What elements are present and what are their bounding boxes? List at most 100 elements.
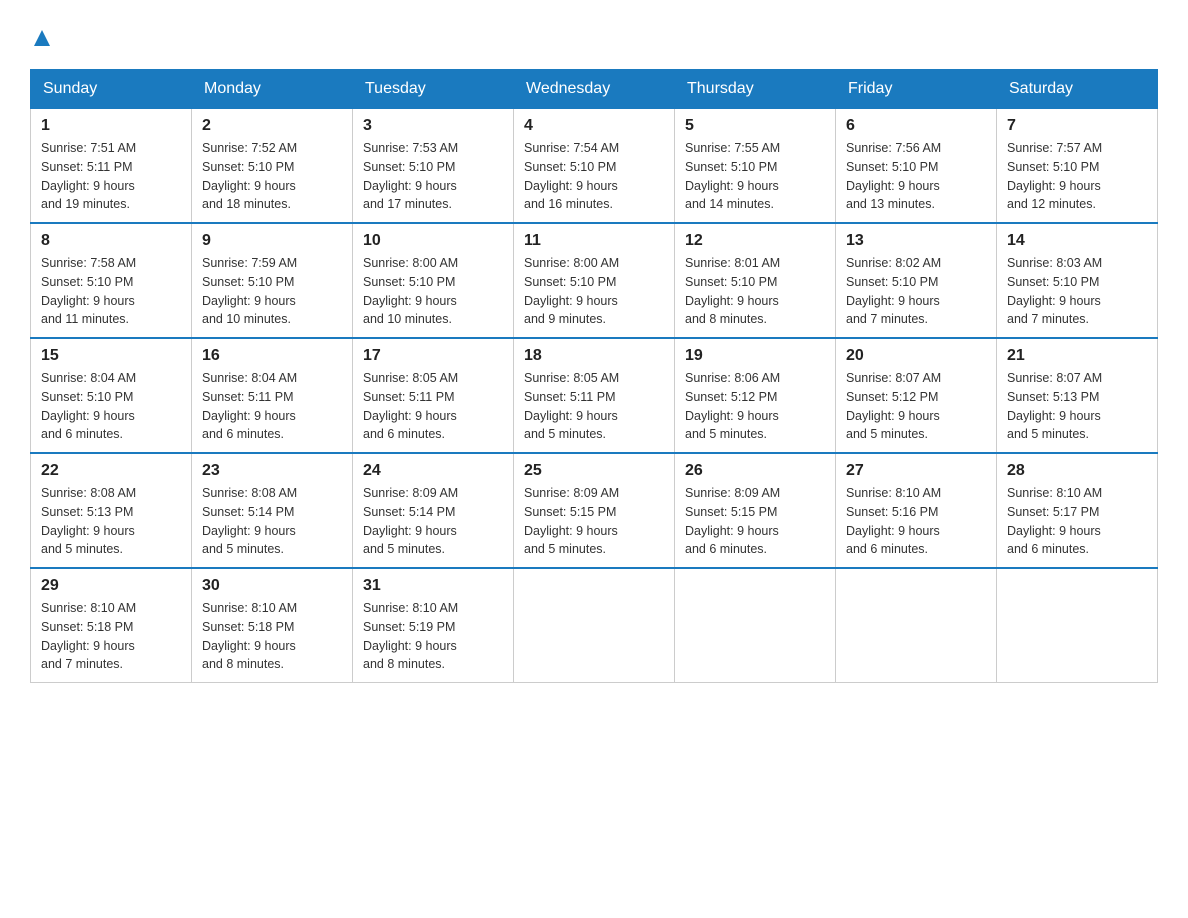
day-number: 1 bbox=[41, 117, 181, 135]
logo-triangle-icon bbox=[32, 28, 52, 48]
calendar-cell: 11Sunrise: 8:00 AMSunset: 5:10 PMDayligh… bbox=[514, 223, 675, 338]
day-number: 4 bbox=[524, 117, 664, 135]
day-number: 16 bbox=[202, 347, 342, 365]
day-info: Sunrise: 8:07 AMSunset: 5:12 PMDaylight:… bbox=[846, 369, 986, 444]
day-number: 25 bbox=[524, 462, 664, 480]
calendar-header-wednesday: Wednesday bbox=[514, 70, 675, 109]
calendar-header-row: SundayMondayTuesdayWednesdayThursdayFrid… bbox=[31, 70, 1158, 109]
day-number: 24 bbox=[363, 462, 503, 480]
day-info: Sunrise: 8:10 AMSunset: 5:16 PMDaylight:… bbox=[846, 484, 986, 559]
day-info: Sunrise: 8:05 AMSunset: 5:11 PMDaylight:… bbox=[524, 369, 664, 444]
day-number: 12 bbox=[685, 232, 825, 250]
day-number: 19 bbox=[685, 347, 825, 365]
calendar-week-row: 8Sunrise: 7:58 AMSunset: 5:10 PMDaylight… bbox=[31, 223, 1158, 338]
logo bbox=[30, 28, 52, 53]
calendar-cell bbox=[514, 568, 675, 683]
calendar-cell bbox=[997, 568, 1158, 683]
day-number: 22 bbox=[41, 462, 181, 480]
calendar-cell: 20 Sunrise: 8:07 AMSunset: 5:12 PMDayligh… bbox=[836, 338, 997, 453]
day-number: 31 bbox=[363, 577, 503, 595]
day-info: Sunrise: 7:57 AMSunset: 5:10 PMDaylight:… bbox=[1007, 139, 1147, 214]
day-info: Sunrise: 8:00 AMSunset: 5:10 PMDaylight:… bbox=[363, 254, 503, 329]
day-info: Sunrise: 7:53 AMSunset: 5:10 PMDaylight:… bbox=[363, 139, 503, 214]
day-number: 17 bbox=[363, 347, 503, 365]
calendar-cell bbox=[675, 568, 836, 683]
day-info: Sunrise: 8:08 AMSunset: 5:13 PMDaylight:… bbox=[41, 484, 181, 559]
calendar-cell: 2Sunrise: 7:52 AMSunset: 5:10 PMDaylight… bbox=[192, 109, 353, 224]
calendar-cell: 1 Sunrise: 7:51 AMSunset: 5:11 PMDaylight… bbox=[31, 109, 192, 224]
day-info: Sunrise: 8:10 AMSunset: 5:18 PMDaylight:… bbox=[202, 599, 342, 674]
calendar-cell: 27 Sunrise: 8:10 AMSunset: 5:16 PMDayligh… bbox=[836, 453, 997, 568]
day-info: Sunrise: 7:54 AMSunset: 5:10 PMDaylight:… bbox=[524, 139, 664, 214]
calendar-cell: 18Sunrise: 8:05 AMSunset: 5:11 PMDayligh… bbox=[514, 338, 675, 453]
day-number: 15 bbox=[41, 347, 181, 365]
day-info: Sunrise: 7:55 AMSunset: 5:10 PMDaylight:… bbox=[685, 139, 825, 214]
calendar-cell: 15 Sunrise: 8:04 AMSunset: 5:10 PMDayligh… bbox=[31, 338, 192, 453]
day-number: 27 bbox=[846, 462, 986, 480]
calendar-cell: 17Sunrise: 8:05 AMSunset: 5:11 PMDayligh… bbox=[353, 338, 514, 453]
day-number: 23 bbox=[202, 462, 342, 480]
calendar-cell: 28 Sunrise: 8:10 AMSunset: 5:17 PMDayligh… bbox=[997, 453, 1158, 568]
day-info: Sunrise: 8:09 AMSunset: 5:15 PMDaylight:… bbox=[524, 484, 664, 559]
calendar-cell: 14 Sunrise: 8:03 AMSunset: 5:10 PMDayligh… bbox=[997, 223, 1158, 338]
calendar-cell: 31 Sunrise: 8:10 AMSunset: 5:19 PMDayligh… bbox=[353, 568, 514, 683]
calendar-cell: 24 Sunrise: 8:09 AMSunset: 5:14 PMDayligh… bbox=[353, 453, 514, 568]
day-number: 26 bbox=[685, 462, 825, 480]
calendar-cell: 16Sunrise: 8:04 AMSunset: 5:11 PMDayligh… bbox=[192, 338, 353, 453]
calendar-cell: 23 Sunrise: 8:08 AMSunset: 5:14 PMDayligh… bbox=[192, 453, 353, 568]
day-number: 3 bbox=[363, 117, 503, 135]
calendar-week-row: 22 Sunrise: 8:08 AMSunset: 5:13 PMDayligh… bbox=[31, 453, 1158, 568]
calendar-header-saturday: Saturday bbox=[997, 70, 1158, 109]
calendar-cell: 21 Sunrise: 8:07 AMSunset: 5:13 PMDayligh… bbox=[997, 338, 1158, 453]
day-info: Sunrise: 8:10 AMSunset: 5:18 PMDaylight:… bbox=[41, 599, 181, 674]
calendar-cell: 29 Sunrise: 8:10 AMSunset: 5:18 PMDayligh… bbox=[31, 568, 192, 683]
day-info: Sunrise: 8:03 AMSunset: 5:10 PMDaylight:… bbox=[1007, 254, 1147, 329]
calendar-header-thursday: Thursday bbox=[675, 70, 836, 109]
calendar-cell: 9 Sunrise: 7:59 AMSunset: 5:10 PMDaylight… bbox=[192, 223, 353, 338]
day-info: Sunrise: 7:52 AMSunset: 5:10 PMDaylight:… bbox=[202, 139, 342, 214]
calendar-week-row: 1 Sunrise: 7:51 AMSunset: 5:11 PMDaylight… bbox=[31, 109, 1158, 224]
day-number: 14 bbox=[1007, 232, 1147, 250]
day-info: Sunrise: 7:56 AMSunset: 5:10 PMDaylight:… bbox=[846, 139, 986, 214]
calendar-header-tuesday: Tuesday bbox=[353, 70, 514, 109]
day-number: 5 bbox=[685, 117, 825, 135]
calendar-cell: 22 Sunrise: 8:08 AMSunset: 5:13 PMDayligh… bbox=[31, 453, 192, 568]
day-number: 6 bbox=[846, 117, 986, 135]
day-number: 10 bbox=[363, 232, 503, 250]
calendar-cell: 4 Sunrise: 7:54 AMSunset: 5:10 PMDaylight… bbox=[514, 109, 675, 224]
calendar-cell: 10 Sunrise: 8:00 AMSunset: 5:10 PMDayligh… bbox=[353, 223, 514, 338]
calendar-week-row: 29 Sunrise: 8:10 AMSunset: 5:18 PMDayligh… bbox=[31, 568, 1158, 683]
day-info: Sunrise: 8:02 AMSunset: 5:10 PMDaylight:… bbox=[846, 254, 986, 329]
day-info: Sunrise: 8:08 AMSunset: 5:14 PMDaylight:… bbox=[202, 484, 342, 559]
calendar-cell: 25 Sunrise: 8:09 AMSunset: 5:15 PMDayligh… bbox=[514, 453, 675, 568]
day-number: 13 bbox=[846, 232, 986, 250]
day-number: 28 bbox=[1007, 462, 1147, 480]
calendar-week-row: 15 Sunrise: 8:04 AMSunset: 5:10 PMDayligh… bbox=[31, 338, 1158, 453]
calendar-cell: 5 Sunrise: 7:55 AMSunset: 5:10 PMDaylight… bbox=[675, 109, 836, 224]
calendar-header-sunday: Sunday bbox=[31, 70, 192, 109]
day-number: 7 bbox=[1007, 117, 1147, 135]
day-number: 8 bbox=[41, 232, 181, 250]
day-number: 9 bbox=[202, 232, 342, 250]
day-number: 11 bbox=[524, 232, 664, 250]
calendar-cell: 7 Sunrise: 7:57 AMSunset: 5:10 PMDaylight… bbox=[997, 109, 1158, 224]
calendar-header-monday: Monday bbox=[192, 70, 353, 109]
day-number: 21 bbox=[1007, 347, 1147, 365]
day-number: 30 bbox=[202, 577, 342, 595]
calendar-cell: 13 Sunrise: 8:02 AMSunset: 5:10 PMDayligh… bbox=[836, 223, 997, 338]
day-info: Sunrise: 8:09 AMSunset: 5:14 PMDaylight:… bbox=[363, 484, 503, 559]
day-info: Sunrise: 8:06 AMSunset: 5:12 PMDaylight:… bbox=[685, 369, 825, 444]
day-info: Sunrise: 7:51 AMSunset: 5:11 PMDaylight:… bbox=[41, 139, 181, 214]
day-number: 20 bbox=[846, 347, 986, 365]
day-info: Sunrise: 8:04 AMSunset: 5:10 PMDaylight:… bbox=[41, 369, 181, 444]
calendar-cell: 30 Sunrise: 8:10 AMSunset: 5:18 PMDayligh… bbox=[192, 568, 353, 683]
day-info: Sunrise: 7:59 AMSunset: 5:10 PMDaylight:… bbox=[202, 254, 342, 329]
calendar-cell: 3 Sunrise: 7:53 AMSunset: 5:10 PMDaylight… bbox=[353, 109, 514, 224]
calendar-cell: 6 Sunrise: 7:56 AMSunset: 5:10 PMDaylight… bbox=[836, 109, 997, 224]
day-info: Sunrise: 8:10 AMSunset: 5:19 PMDaylight:… bbox=[363, 599, 503, 674]
calendar-cell bbox=[836, 568, 997, 683]
day-info: Sunrise: 8:07 AMSunset: 5:13 PMDaylight:… bbox=[1007, 369, 1147, 444]
day-number: 29 bbox=[41, 577, 181, 595]
day-info: Sunrise: 8:10 AMSunset: 5:17 PMDaylight:… bbox=[1007, 484, 1147, 559]
calendar-table: SundayMondayTuesdayWednesdayThursdayFrid… bbox=[30, 69, 1158, 683]
